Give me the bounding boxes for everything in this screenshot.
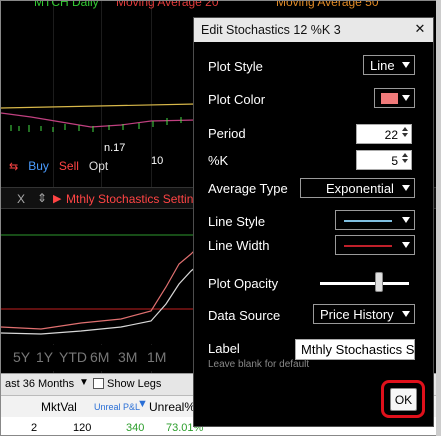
trade-buttons: ⇆ Buy Sell Opt xyxy=(9,159,108,173)
color-swatch xyxy=(381,93,398,104)
period-spinner[interactable] xyxy=(400,126,410,142)
period-1m[interactable]: 1M xyxy=(147,349,166,365)
period-5y[interactable]: 5Y xyxy=(13,349,30,365)
average-type-value: Exponential xyxy=(326,181,394,196)
k-label: %K xyxy=(208,153,229,168)
plot-color-label: Plot Color xyxy=(208,92,266,107)
range-select[interactable]: ast 36 Months xyxy=(5,378,74,390)
k-value: 5 xyxy=(391,154,398,168)
plot-opacity-label: Plot Opacity xyxy=(208,276,279,291)
move-study-icon[interactable]: ⇕ xyxy=(37,191,47,205)
edit-stochastics-dialog: Edit Stochastics 12 %K 3 ✕ Plot Style Li… xyxy=(193,17,434,427)
line-style-label: Line Style xyxy=(208,214,266,229)
data-source-dropdown[interactable]: Price History xyxy=(313,304,415,324)
chevron-down-icon xyxy=(402,62,410,68)
date-label: 10 xyxy=(151,155,164,167)
line-width-dropdown[interactable] xyxy=(335,235,415,255)
plot-style-dropdown[interactable]: Line xyxy=(363,55,415,75)
period-1y[interactable]: 1Y xyxy=(36,349,53,365)
period-label: Period xyxy=(208,126,246,141)
study-name[interactable]: Mthly Stochastics Settings xyxy=(66,192,206,206)
ok-button[interactable]: OK xyxy=(390,388,417,411)
cell: 2 xyxy=(31,422,38,434)
plot-color-picker[interactable] xyxy=(374,88,415,108)
period-6m[interactable]: 6M xyxy=(90,349,109,365)
data-source-label: Data Source xyxy=(208,308,281,323)
cell: 340 xyxy=(126,422,145,434)
line-width-label: Line Width xyxy=(208,238,270,253)
options-button[interactable]: Opt xyxy=(89,159,108,173)
period-ytd[interactable]: YTD xyxy=(59,349,87,365)
ma50-label: Moving Average 50 xyxy=(276,0,379,9)
price-plot xyxy=(1,103,196,132)
label-field-label: Label xyxy=(208,341,240,356)
date-label: n.17 xyxy=(104,142,126,154)
column-unreal-pct[interactable]: Unreal% xyxy=(149,400,195,414)
cell: 120 xyxy=(73,422,92,434)
k-spinner[interactable] xyxy=(400,152,410,168)
column-unreal-pl[interactable]: Unreal P&L xyxy=(94,402,140,412)
chevron-down-icon xyxy=(402,311,410,317)
label-hint: Leave blank for default xyxy=(208,359,310,370)
sell-button[interactable]: Sell xyxy=(59,159,79,173)
buy-button[interactable]: Buy xyxy=(28,159,49,173)
chevron-down-icon xyxy=(402,217,410,223)
show-legs-label: Show Legs xyxy=(107,378,162,390)
chevron-down-icon xyxy=(402,185,410,191)
show-legs-checkbox[interactable] xyxy=(93,378,104,389)
period-input[interactable]: 22 xyxy=(356,124,412,144)
data-source-value: Price History xyxy=(320,307,394,322)
chevron-down-icon xyxy=(402,242,410,248)
label-input[interactable]: Mthly Stochastics Se xyxy=(295,339,415,360)
line-width-sample xyxy=(344,245,392,247)
plot-style-label: Plot Style xyxy=(208,59,263,74)
chevron-down-icon xyxy=(402,95,410,101)
trade-icon: ⇆ xyxy=(9,160,19,173)
close-study-icon[interactable]: X xyxy=(17,192,25,206)
close-icon[interactable]: ✕ xyxy=(413,22,427,36)
opacity-slider-track[interactable] xyxy=(320,282,409,285)
opacity-slider-thumb[interactable] xyxy=(375,272,384,292)
sort-down-icon[interactable]: ▼ xyxy=(137,398,148,410)
k-input[interactable]: 5 xyxy=(356,150,412,170)
period-3m[interactable]: 3M xyxy=(118,349,137,365)
window-scrollbar[interactable] xyxy=(436,0,441,436)
plot-style-value: Line xyxy=(370,58,395,73)
line-style-dropdown[interactable] xyxy=(335,210,415,230)
stochastics-plot xyxy=(1,234,196,335)
chevron-down-icon[interactable]: ▼ xyxy=(79,377,89,388)
collapse-icon[interactable]: ▶ xyxy=(53,192,61,205)
period-value: 22 xyxy=(384,128,398,142)
average-type-label: Average Type xyxy=(208,181,288,196)
dialog-title: Edit Stochastics 12 %K 3 xyxy=(194,18,433,42)
average-type-dropdown[interactable]: Exponential xyxy=(300,178,415,198)
line-style-sample xyxy=(344,220,392,222)
column-mktval[interactable]: MktVal xyxy=(41,400,77,414)
